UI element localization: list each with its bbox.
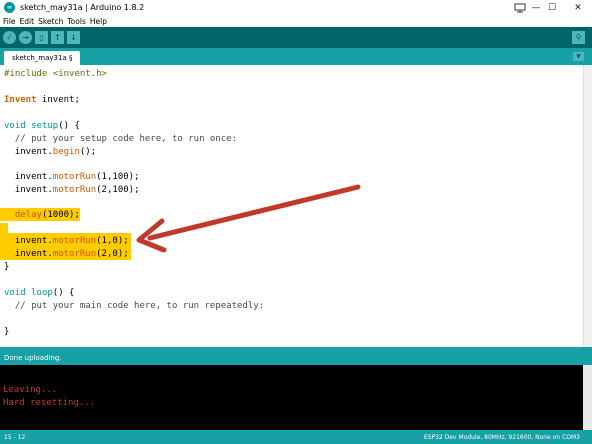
status-message: Done uploading.	[4, 354, 62, 362]
console-line-reset: Hard resetting...	[3, 398, 96, 408]
status-bar: Done uploading.	[0, 351, 592, 365]
console-output[interactable]: Leaving... Hard resetting...	[0, 365, 583, 430]
footer-bar: 15 - 12 ESP32 Dev Module, 80MHz, 921600,…	[0, 430, 592, 444]
console-line-leaving: Leaving...	[3, 385, 58, 395]
board-info: ESP32 Dev Module, 80MHz, 921600, None on…	[423, 434, 580, 441]
console-scrollbar[interactable]	[583, 365, 592, 430]
line-number-indicator: 15 - 12	[4, 434, 26, 441]
